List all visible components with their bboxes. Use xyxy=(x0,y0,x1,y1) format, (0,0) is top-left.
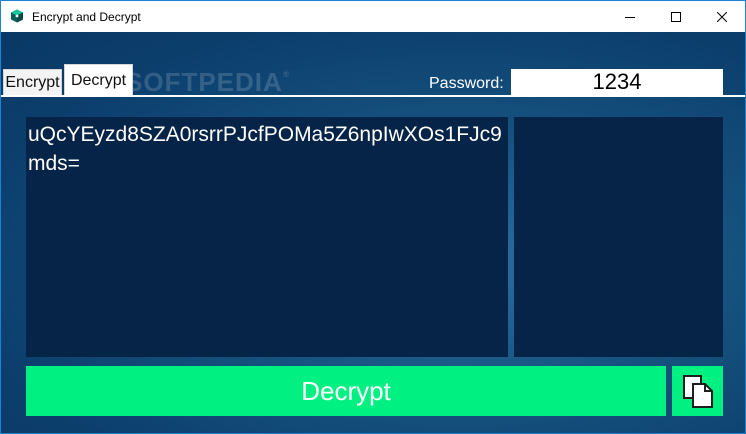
side-panel xyxy=(514,117,723,357)
window-title: Encrypt and Decrypt xyxy=(32,10,141,24)
decrypt-button[interactable]: Decrypt xyxy=(26,366,666,416)
close-icon xyxy=(717,11,727,22)
password-input[interactable] xyxy=(511,69,723,95)
app-window: Encrypt and Decrypt SOFTPEDIA® Encrypt D… xyxy=(0,0,746,434)
app-icon xyxy=(10,9,24,23)
tab-encrypt[interactable]: Encrypt xyxy=(3,69,62,96)
title-bar[interactable]: Encrypt and Decrypt xyxy=(1,1,745,32)
minimize-button[interactable] xyxy=(607,1,653,32)
main-content: SOFTPEDIA® Encrypt Decrypt Password: uQc… xyxy=(1,32,745,433)
text-area[interactable]: uQcYEyzd8SZA0rsrrPJcfPOMa5Z6npIwXOs1FJc9… xyxy=(26,117,508,357)
watermark-logo: SOFTPEDIA® xyxy=(125,67,291,97)
maximize-button[interactable] xyxy=(653,1,699,32)
copy-icon xyxy=(682,375,713,408)
minimize-icon xyxy=(625,16,635,18)
maximize-icon xyxy=(671,11,681,22)
close-button[interactable] xyxy=(699,1,745,32)
password-label: Password: xyxy=(429,75,504,92)
tab-strip-divider xyxy=(1,95,745,97)
tab-decrypt[interactable]: Decrypt xyxy=(64,64,133,96)
copy-button[interactable] xyxy=(672,366,723,416)
